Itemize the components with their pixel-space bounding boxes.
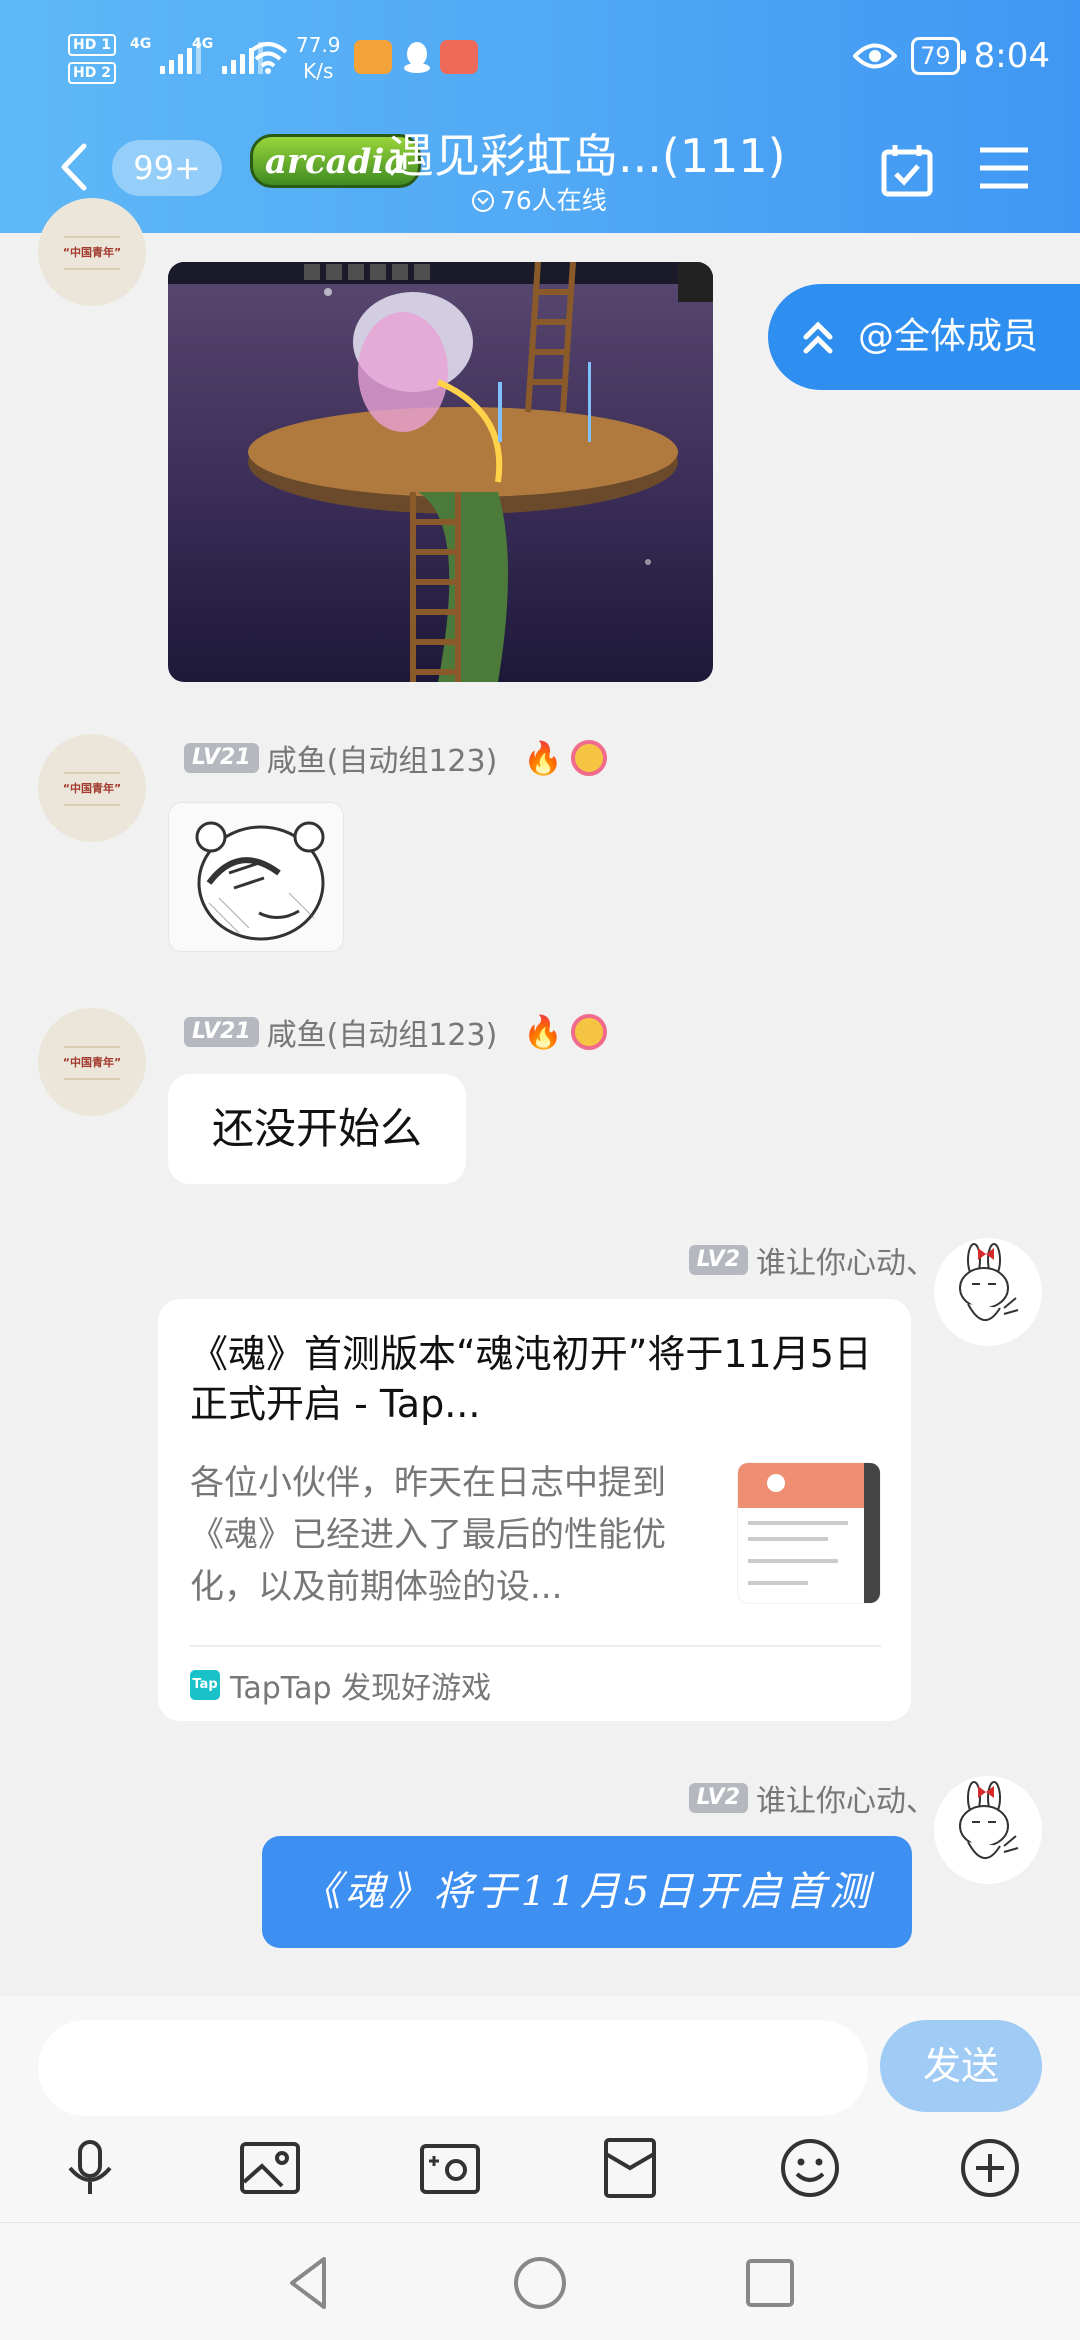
nav-recents-icon[interactable]: [740, 2253, 800, 2313]
level-badge: LV21: [184, 743, 259, 773]
fire-icon: 🔥: [523, 739, 564, 777]
message-meta: LV21 咸鱼(自动组123) 🔥: [184, 1010, 608, 1054]
hd-indicator: HD 1 HD 2: [68, 30, 126, 86]
online-count-label: 76人在线: [500, 186, 607, 215]
online-count[interactable]: 76人在线: [472, 182, 607, 220]
avatar[interactable]: “中国青年”: [38, 198, 146, 306]
nav-back-icon[interactable]: [280, 2253, 340, 2313]
plus-circle-icon[interactable]: [958, 2136, 1022, 2200]
smiley-badge-icon: [571, 740, 608, 776]
input-area: 发送: [0, 1996, 1080, 2222]
chat-nav-bar: 99+ arcadia 遇见彩虹岛...(111) 76人在线: [0, 120, 1080, 233]
divider: [190, 1645, 881, 1647]
top-header: HD 1 HD 2 4G 4G 77.9 K/s 79 8:04 99+ arc…: [0, 0, 1080, 233]
clock: 8:04: [973, 36, 1050, 76]
sender-name[interactable]: 谁让你心动、: [756, 1776, 936, 1820]
level-badge: LV21: [184, 1017, 259, 1047]
hd1-label: HD 1: [68, 34, 116, 56]
fire-icon: 🔥: [523, 1013, 564, 1051]
sender-name[interactable]: 谁让你心动、: [756, 1238, 936, 1282]
status-right: 79 8:04: [853, 36, 1050, 76]
mention-all-label: @全体成员: [858, 316, 1039, 357]
sender-name[interactable]: 咸鱼(自动组123): [267, 1010, 498, 1054]
smiley-badge-icon: [571, 1014, 608, 1050]
message-meta: LV2 谁让你心动、: [688, 1238, 936, 1282]
avatar[interactable]: [934, 1238, 1042, 1346]
message-bubble[interactable]: 《魂》将于11月5日开启首测: [262, 1836, 912, 1948]
link-card-title: 《魂》首测版本“魂沌初开”将于11月5日正式开启 - Tap...: [190, 1332, 872, 1426]
send-button[interactable]: 发送: [880, 2020, 1042, 2112]
nav-home-icon[interactable]: [510, 2253, 570, 2313]
system-navigation-bar: [0, 2222, 1080, 2340]
message-input[interactable]: [38, 2020, 868, 2116]
level-badge: LV2: [688, 1245, 748, 1275]
status-bar: HD 1 HD 2 4G 4G 77.9 K/s 79 8:04: [0, 0, 1080, 120]
link-card-description: 各位小伙伴，昨天在日志中提到《魂》已经进入了最后的性能优化，以及前期体验的设..…: [190, 1463, 666, 1607]
qq-icon: [398, 40, 436, 74]
wifi-icon: [248, 42, 288, 74]
microphone-icon[interactable]: [58, 2136, 122, 2200]
camera-icon[interactable]: [418, 2136, 482, 2200]
calendar-check-icon[interactable]: [880, 142, 934, 198]
network-speed: 77.9 K/s: [296, 33, 341, 83]
sticker-image[interactable]: [168, 802, 344, 952]
battery-indicator: 79: [911, 37, 966, 75]
avatar[interactable]: [934, 1776, 1042, 1884]
level-badge: LV2: [688, 1783, 748, 1813]
avatar[interactable]: “中国青年”: [38, 734, 146, 842]
message-bubble[interactable]: 还没开始么: [168, 1074, 466, 1184]
message-meta: LV21 咸鱼(自动组123) 🔥: [184, 736, 608, 780]
back-arrow-icon[interactable]: [54, 142, 94, 192]
link-card[interactable]: 《魂》首测版本“魂沌初开”将于11月5日正式开启 - Tap... 各位小伙伴，…: [158, 1299, 911, 1721]
chevron-down-icon: [472, 190, 494, 212]
group-title[interactable]: 遇见彩虹岛...(111): [388, 122, 786, 190]
message-meta: LV2 谁让你心动、: [688, 1776, 936, 1820]
mail-app-icon: [440, 40, 478, 74]
eye-icon: [853, 43, 898, 69]
unread-count-badge[interactable]: 99+: [112, 140, 222, 196]
mention-all-button[interactable]: @全体成员: [768, 284, 1080, 390]
link-card-source-label: TapTap 发现好游戏: [230, 1671, 492, 1706]
link-card-thumbnail: [738, 1463, 880, 1603]
double-chevron-up-icon: [803, 321, 833, 354]
avatar[interactable]: “中国青年”: [38, 1008, 146, 1116]
emoji-icon[interactable]: [778, 2136, 842, 2200]
avatar-label: “中国青年”: [62, 246, 122, 259]
link-card-source: Tap TapTap 发现好游戏: [190, 1663, 491, 1707]
menu-icon[interactable]: [978, 144, 1030, 192]
hd2-label: HD 2: [68, 62, 116, 84]
image-icon[interactable]: [238, 2136, 302, 2200]
taptap-icon: Tap: [190, 1670, 220, 1700]
game-screenshot-image[interactable]: [168, 262, 713, 682]
sender-name[interactable]: 咸鱼(自动组123): [267, 736, 498, 780]
red-packet-icon[interactable]: [598, 2136, 662, 2200]
app-notification-icon: [354, 40, 392, 74]
